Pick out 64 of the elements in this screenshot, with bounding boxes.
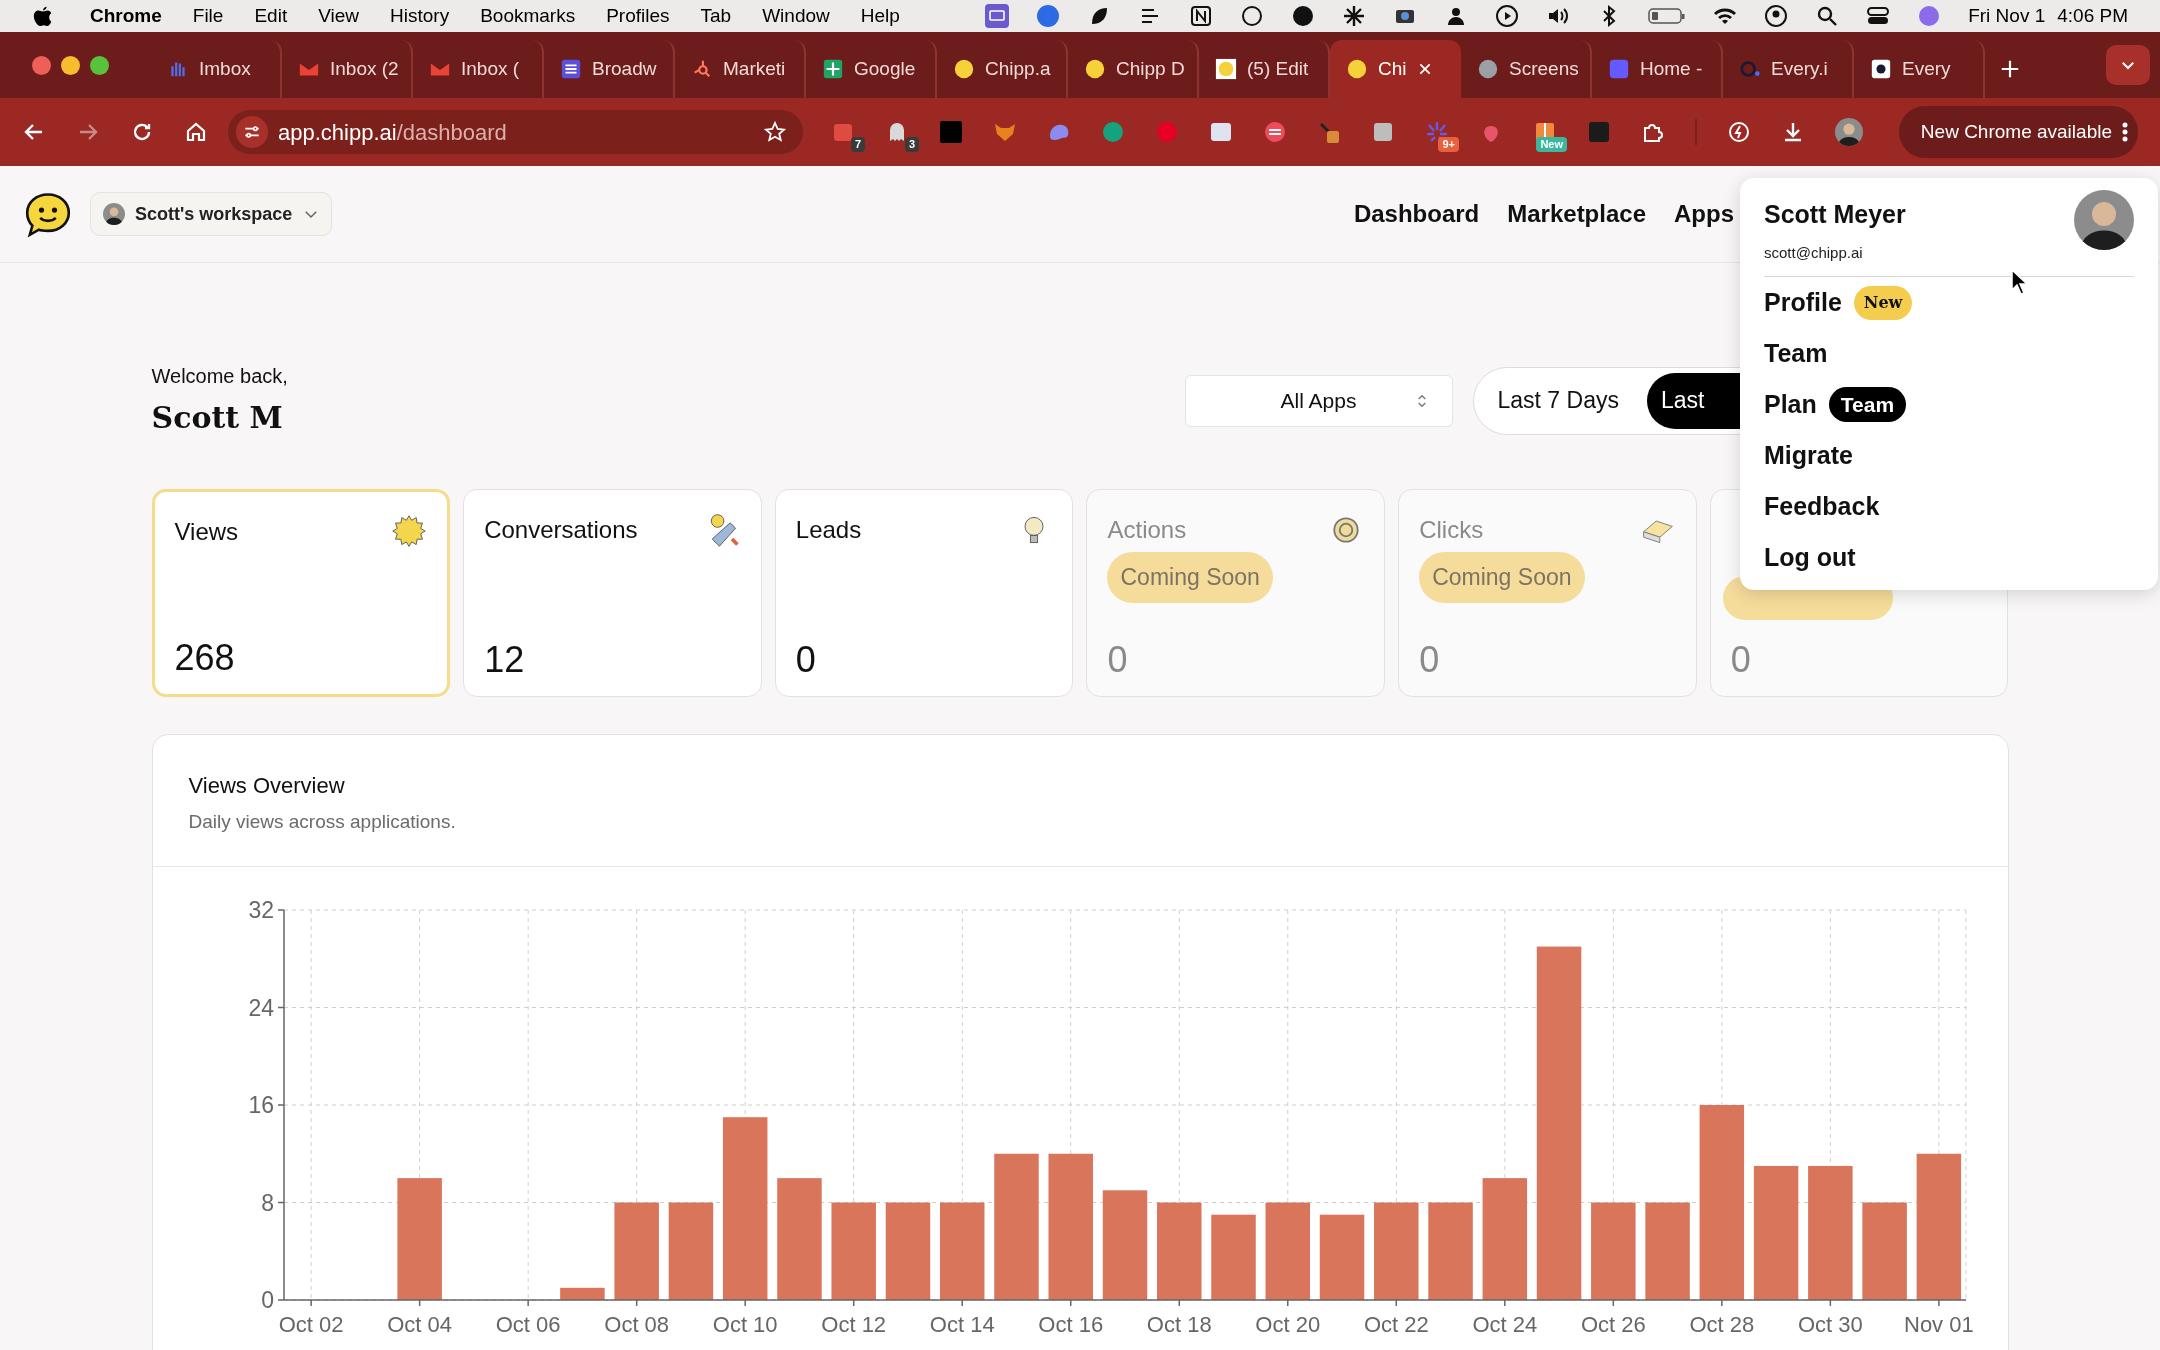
time-text: 4:06 PM <box>2057 3 2128 28</box>
stat-title: Clicks <box>1419 515 1484 545</box>
tab-title: Inbox ( <box>461 56 520 81</box>
tab-title: Chipp D <box>1116 56 1185 81</box>
tab-title: Screens <box>1509 56 1579 81</box>
x-tick-label: Nov 01 <box>1903 1312 1974 1337</box>
welcome-text: Welcome back, <box>151 364 288 389</box>
x-tick-label: Oct 12 <box>820 1312 886 1337</box>
extension-badge: 7 <box>850 137 865 152</box>
x-tick-label: Oct 14 <box>929 1312 995 1337</box>
tab-title: Imbox <box>199 56 251 81</box>
url-path: /dashboard <box>396 118 507 147</box>
stat-value: 0 <box>1730 642 1752 678</box>
y-tick-label: 32 <box>247 897 274 923</box>
tab-title: Every.i <box>1771 56 1828 81</box>
x-tick-label: Oct 18 <box>1146 1312 1212 1337</box>
user-name: Scott Meyer <box>1764 199 1906 230</box>
extension-badge: 9+ <box>1438 137 1459 152</box>
stat-value: 12 <box>484 642 526 678</box>
stat-value: 0 <box>1419 642 1441 678</box>
tab-title: (5) Edit <box>1247 56 1309 81</box>
tab-title: Home - <box>1640 56 1703 81</box>
user-greeting-name: Scott M <box>151 399 284 437</box>
stat-title: Leads <box>795 515 862 545</box>
y-tick-label: 16 <box>247 1092 274 1118</box>
x-tick-label: Oct 06 <box>495 1312 561 1337</box>
chart-subtitle: Daily views across applications. <box>188 810 457 834</box>
stat-value: 268 <box>174 640 236 676</box>
coming-soon-tag: Coming Soon <box>1419 552 1585 603</box>
x-tick-label: Oct 10 <box>712 1312 778 1337</box>
x-tick-label: Oct 26 <box>1580 1312 1646 1337</box>
y-tick-label: 24 <box>247 994 274 1021</box>
extension-badge: 3 <box>904 137 919 152</box>
new-tag: New <box>1853 285 1913 320</box>
coming-soon-tag: Coming Soon <box>1107 552 1273 603</box>
stat-title: Actions <box>1107 515 1187 545</box>
stat-value: 0 <box>1107 642 1129 678</box>
x-tick-label: Oct 16 <box>1037 1312 1103 1337</box>
tab-title: Marketi <box>723 56 786 81</box>
x-tick-label: Oct 22 <box>1363 1312 1429 1337</box>
x-tick-label: Oct 02 <box>278 1312 344 1337</box>
plan-tag: Team <box>1828 386 1907 423</box>
tab-title: Inbox (2 <box>330 56 399 81</box>
tab-title: Chi <box>1378 56 1407 81</box>
date-text: Fri Nov 1 <box>1968 3 2046 28</box>
x-tick-label: Oct 04 <box>386 1312 452 1337</box>
x-tick-label: Oct 20 <box>1254 1312 1320 1337</box>
stat-title: Views <box>174 517 239 547</box>
tab-title: Every <box>1902 56 1951 81</box>
stat-value: 0 <box>795 642 817 678</box>
url-host: app.chipp.ai <box>278 118 397 147</box>
x-tick-label: Oct 08 <box>603 1312 669 1337</box>
tab-title: Chipp.a <box>985 56 1051 81</box>
user-email: scott@chipp.ai <box>1764 242 1864 263</box>
x-tick-label: Oct 30 <box>1797 1312 1863 1337</box>
stat-title: Conversations <box>484 515 638 545</box>
y-tick-label: 8 <box>260 1189 274 1216</box>
tab-title: Google <box>854 56 916 81</box>
chart-title: Views Overview <box>188 772 346 800</box>
x-tick-label: Oct 28 <box>1688 1312 1754 1337</box>
x-tick-label: Oct 24 <box>1471 1312 1537 1337</box>
tab-title: Broadw <box>592 56 657 81</box>
y-tick-label: 0 <box>260 1287 274 1313</box>
extension-badge: New <box>1536 137 1567 152</box>
